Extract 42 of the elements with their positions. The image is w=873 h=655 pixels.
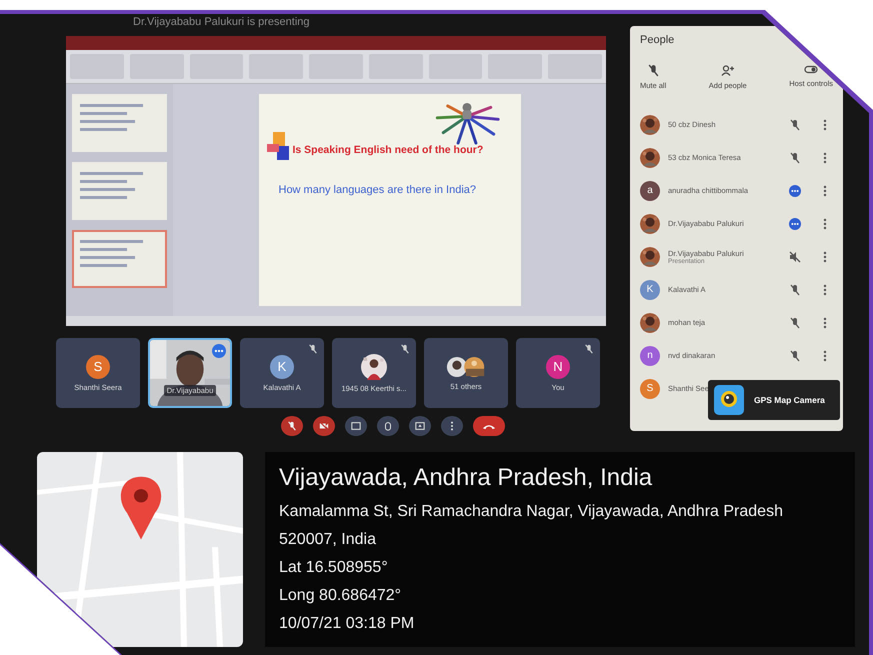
more-button[interactable] xyxy=(441,416,463,436)
place-name: Vijayawada, Andhra Pradesh, India xyxy=(279,464,654,492)
slide-title: Is Speaking English need of the hour? xyxy=(292,144,484,156)
avatar: S xyxy=(86,354,110,378)
longitude: Long 80.686472° xyxy=(279,586,402,606)
camera-off-icon xyxy=(319,421,329,431)
muted-microphone-icon xyxy=(287,421,297,431)
avatar: N xyxy=(546,354,570,378)
slide-text: How many languages are there in India? xyxy=(278,184,478,196)
camera-button[interactable] xyxy=(313,416,335,436)
badge-label: GPS Map Camera xyxy=(754,395,825,405)
add-person-icon xyxy=(720,64,735,77)
slide-thumbnail[interactable] xyxy=(72,94,167,152)
more-icon[interactable] xyxy=(823,118,827,130)
more-icon[interactable] xyxy=(823,316,827,328)
presenter-label: Dr.Vijayababu Palukuri is presenting xyxy=(132,15,311,30)
slide-thumbnail[interactable] xyxy=(72,230,167,288)
panel-title: People xyxy=(640,34,676,46)
present-button[interactable] xyxy=(409,416,431,436)
more-icon[interactable] xyxy=(823,184,827,196)
camera-lens-icon xyxy=(714,385,744,415)
toggle-icon xyxy=(804,64,818,75)
more-icon[interactable] xyxy=(823,350,827,362)
more-icon[interactable] xyxy=(823,152,827,164)
avatar: K xyxy=(270,354,294,378)
avatar: a xyxy=(640,180,660,200)
captions-button[interactable] xyxy=(345,416,367,436)
slide-thumbnail[interactable] xyxy=(72,162,167,220)
end-call-button[interactable] xyxy=(473,416,505,436)
more-icon[interactable] xyxy=(823,218,827,230)
avatar: n xyxy=(640,346,660,366)
latitude: Lat 16.508955° xyxy=(279,558,389,578)
timestamp: 10/07/21 03:18 PM xyxy=(279,614,416,634)
avatar: S xyxy=(640,378,660,398)
address: Kamalamma St, Sri Ramachandra Nagar, Vijayawada, Andhra Pradesh 520007, India xyxy=(279,502,784,550)
hand-button[interactable] xyxy=(377,416,399,436)
avatar: K xyxy=(640,280,660,300)
muted-microphone-icon xyxy=(646,64,660,77)
mic-button[interactable] xyxy=(281,416,303,436)
present-screen-icon xyxy=(415,421,425,431)
more-icon[interactable] xyxy=(823,250,827,262)
more-icon[interactable] xyxy=(823,284,827,296)
